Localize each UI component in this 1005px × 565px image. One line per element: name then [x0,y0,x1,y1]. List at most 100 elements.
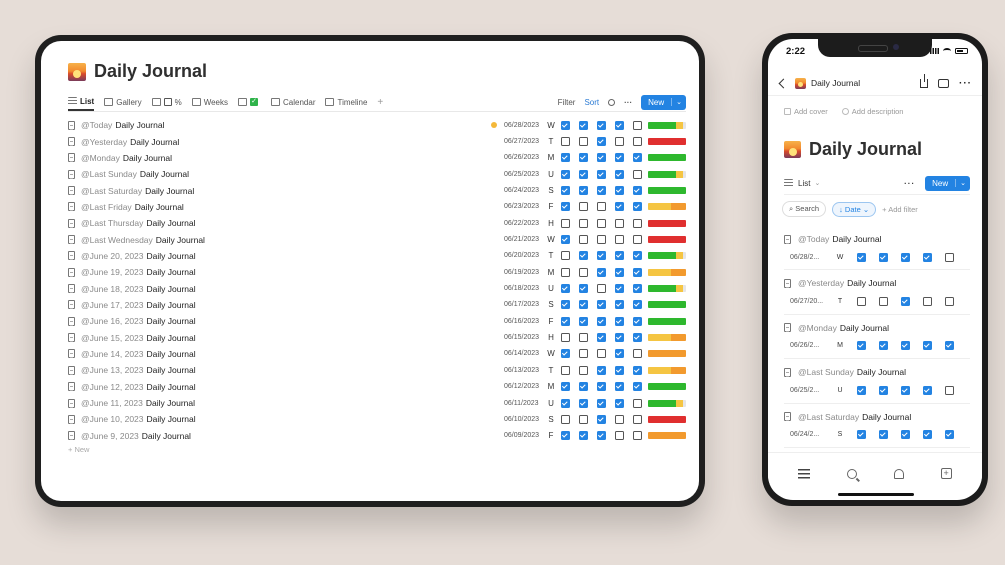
habit-checkbox[interactable] [615,316,624,326]
journal-row[interactable]: @Last Saturday Daily Journal 06/24/2023 S [68,182,686,198]
habit-checkbox[interactable] [579,169,588,179]
habit-checkbox[interactable] [561,235,570,245]
date-mention[interactable]: @June 20, 2023 [81,251,144,261]
habit-checkbox[interactable] [615,137,624,147]
habit-checkbox[interactable] [579,414,588,424]
journal-card[interactable]: @Last Sunday Daily Journal 06/25/2... U [784,365,970,409]
habit-checkbox[interactable] [579,365,588,375]
sort-button[interactable]: Sort [584,98,599,107]
habit-checkbox[interactable] [579,235,588,245]
journal-row[interactable]: @Last Sunday Daily Journal 06/25/2023 U [68,166,686,182]
new-row-button[interactable]: + New [68,445,89,454]
habit-checkbox[interactable] [633,284,642,294]
row-title[interactable]: Daily Journal [135,202,184,212]
row-title[interactable]: Daily Journal [147,251,196,261]
habit-checkbox[interactable] [561,365,570,375]
chevron-down-icon[interactable]: ⌄ [814,179,820,187]
habit-checkbox[interactable] [597,398,606,408]
search-icon[interactable] [608,98,616,106]
journal-row[interactable]: @Yesterday Daily Journal 06/27/2023 T [68,133,686,149]
new-button[interactable]: New ⌄ [641,94,686,110]
habit-checkbox[interactable] [597,235,606,245]
row-title[interactable]: Daily Journal [147,414,196,424]
row-title[interactable]: Daily Journal [147,349,196,359]
search-tab-icon[interactable] [847,468,858,479]
habit-checkbox[interactable] [615,349,624,359]
view-tab[interactable]: ✓ [238,93,261,111]
habit-checkbox[interactable] [615,120,624,130]
habit-checkbox[interactable] [597,186,606,196]
journal-row[interactable]: @June 11, 2023 Daily Journal 06/11/2023 U [68,395,686,411]
habit-checkbox[interactable] [579,382,588,392]
habit-checkbox[interactable] [561,382,570,392]
row-title[interactable]: Daily Journal [147,333,196,343]
habit-checkbox[interactable] [615,202,624,212]
view-tab[interactable]: Timeline [325,93,367,111]
habit-checkbox[interactable] [879,252,888,262]
habit-checkbox[interactable] [633,218,642,228]
habit-checkbox[interactable] [597,316,606,326]
bell-icon[interactable] [893,468,904,479]
view-tab[interactable]: Calendar [271,93,315,111]
view-tab[interactable]: Weeks [191,93,228,111]
habit-checkbox[interactable] [579,137,588,147]
row-title[interactable]: Daily Journal [123,153,172,163]
habit-checkbox[interactable] [615,382,624,392]
habit-checkbox[interactable] [923,252,932,262]
habit-checkbox[interactable] [561,284,570,294]
habit-checkbox[interactable] [579,333,588,343]
habit-checkbox[interactable] [633,333,642,343]
date-mention[interactable]: @June 15, 2023 [81,333,144,343]
habit-checkbox[interactable] [579,284,588,294]
new-page-icon[interactable]: + [940,468,952,479]
habit-checkbox[interactable] [615,186,624,196]
journal-row[interactable]: @June 14, 2023 Daily Journal 06/14/2023 W [68,346,686,362]
date-mention[interactable]: @Today [81,120,112,130]
habit-checkbox[interactable] [945,296,954,306]
habit-checkbox[interactable] [579,431,588,441]
row-title[interactable]: Daily Journal [147,316,196,326]
habit-checkbox[interactable] [561,316,570,326]
journal-card[interactable]: @Last Saturday Daily Journal 06/24/2... S [784,410,970,454]
habit-checkbox[interactable] [561,431,570,441]
journal-row[interactable]: @June 13, 2023 Daily Journal 06/13/2023 T [68,362,686,378]
habit-checkbox[interactable] [633,414,642,424]
row-title[interactable]: Daily Journal [142,431,191,441]
habit-checkbox[interactable] [633,120,642,130]
date-mention[interactable]: @June 14, 2023 [81,349,144,359]
date-mention[interactable]: @June 17, 2023 [81,300,144,310]
date-mention[interactable]: @June 10, 2023 [81,414,144,424]
habit-checkbox[interactable] [923,385,932,395]
habit-checkbox[interactable] [579,300,588,310]
date-mention[interactable]: @June 13, 2023 [81,365,144,375]
habit-checkbox[interactable] [633,251,642,261]
habit-checkbox[interactable] [879,296,888,306]
journal-row[interactable]: @June 18, 2023 Daily Journal 06/18/2023 U [68,280,686,296]
journal-row[interactable]: @Monday Daily Journal 06/26/2023 M [68,150,686,166]
habit-checkbox[interactable] [579,120,588,130]
more-options-button[interactable]: ··· [904,179,915,188]
view-tab[interactable]: % [151,93,182,111]
habit-checkbox[interactable] [597,218,606,228]
habit-checkbox[interactable] [901,430,910,440]
date-mention[interactable]: @June 18, 2023 [81,284,144,294]
habit-checkbox[interactable] [615,431,624,441]
date-mention[interactable]: @Last Saturday [798,412,859,422]
journal-row[interactable]: @June 12, 2023 Daily Journal 06/12/2023 M [68,379,686,395]
habit-checkbox[interactable] [561,398,570,408]
date-mention[interactable]: @June 11, 2023 [81,398,143,408]
date-mention[interactable]: @June 9, 2023 [81,431,139,441]
habit-checkbox[interactable] [923,430,932,440]
habit-checkbox[interactable] [633,202,642,212]
chevron-down-icon[interactable]: ⌄ [671,98,686,106]
share-icon[interactable] [920,73,928,88]
habit-checkbox[interactable] [633,349,642,359]
habit-checkbox[interactable] [597,300,606,310]
habit-checkbox[interactable] [901,252,910,262]
habit-checkbox[interactable] [879,341,888,351]
habit-checkbox[interactable] [561,137,570,147]
row-title[interactable]: Daily Journal [147,267,196,277]
row-title[interactable]: Daily Journal [147,284,196,294]
habit-checkbox[interactable] [597,414,606,424]
habit-checkbox[interactable] [597,267,606,277]
